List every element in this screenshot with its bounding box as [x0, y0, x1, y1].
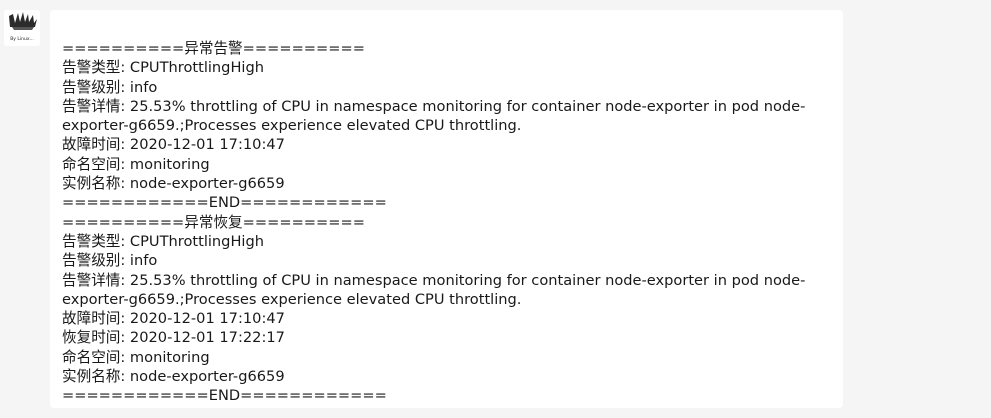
message-line: 实例名称: node-exporter-g6659 — [62, 175, 285, 193]
message-line: ==========异常恢复========== — [62, 213, 365, 231]
message-line: 告警详情: 25.53% throttling of CPU in namesp… — [62, 271, 806, 308]
message-line: 实例名称: node-exporter-g6659 — [62, 368, 285, 386]
avatar[interactable]: By Linux... — [4, 10, 40, 46]
message-line: 告警级别: info — [62, 252, 158, 270]
avatar-caption: By Linux... — [10, 36, 34, 42]
message-line: 故障时间: 2020-12-01 17:10:47 — [62, 136, 285, 154]
message-text: ==========异常告警========== 告警类型: CPUThrottl… — [62, 39, 843, 406]
message-line: 告警类型: CPUThrottlingHigh — [62, 59, 264, 77]
message-line: 告警类型: CPUThrottlingHigh — [62, 232, 264, 250]
message-line: 命名空间: monitoring — [62, 155, 210, 173]
message-line: ============END============ — [62, 387, 387, 405]
message-line: 故障时间: 2020-12-01 17:10:47 — [62, 310, 285, 328]
message-bubble[interactable]: ==========异常告警========== 告警类型: CPUThrottl… — [50, 10, 843, 408]
message-line: ============END============ — [62, 194, 387, 212]
message-line: 命名空间: monitoring — [62, 348, 210, 366]
message-line: 恢复时间: 2020-12-01 17:22:17 — [62, 329, 285, 347]
message-line: 告警级别: info — [62, 78, 158, 96]
penguin-logo-icon: By Linux... — [4, 10, 40, 46]
message-line: ==========异常告警========== — [62, 40, 365, 57]
message-line: 告警详情: 25.53% throttling of CPU in namesp… — [62, 97, 806, 135]
